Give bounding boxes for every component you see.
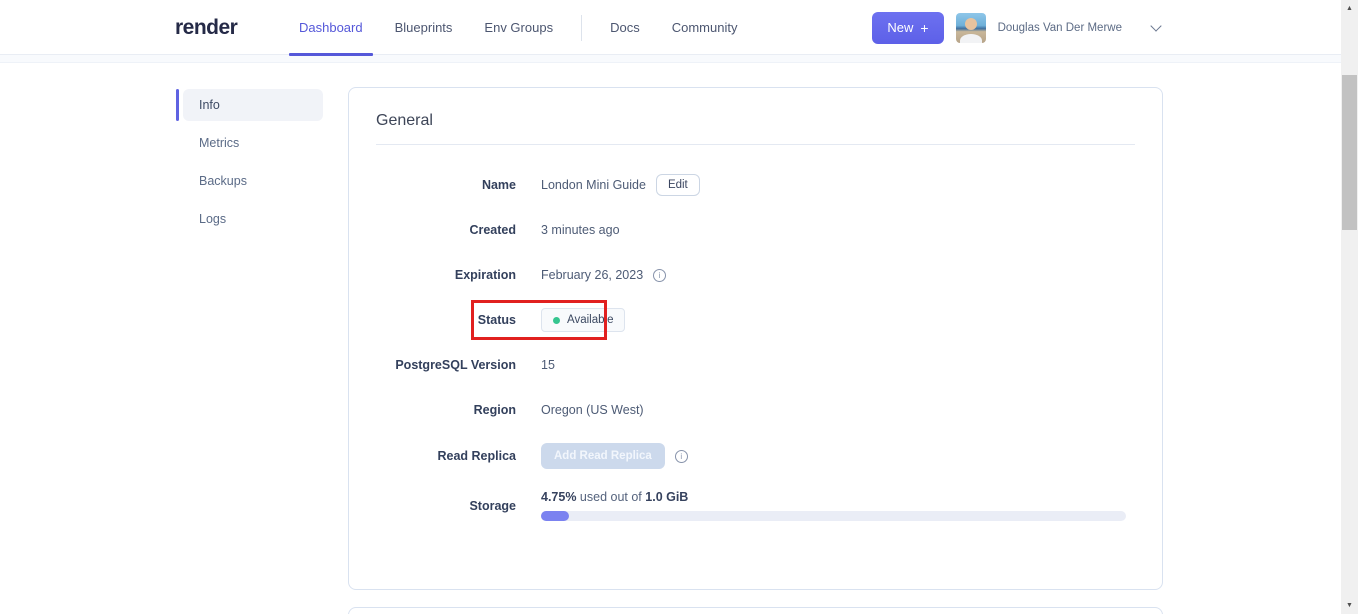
storage-progress-fill <box>541 511 569 521</box>
storage-used-text: used out of <box>576 490 646 504</box>
created-value: 3 minutes ago <box>541 223 620 237</box>
add-read-replica-button[interactable]: Add Read Replica <box>541 443 665 469</box>
storage-total: 1.0 GiB <box>645 490 689 504</box>
card-title: General <box>376 112 433 129</box>
name-value: London Mini Guide <box>541 178 646 192</box>
avatar[interactable] <box>955 12 986 43</box>
expiration-info-icon[interactable]: i <box>653 268 667 282</box>
user-menu-name[interactable]: Douglas Van Der Merwe <box>998 22 1122 34</box>
nav-divider <box>581 14 583 41</box>
storage-usage-text: 4.75% used out of 1.0 GiB <box>541 490 1126 504</box>
created-label: Created <box>469 223 516 237</box>
status-dot-icon <box>553 316 560 324</box>
plus-icon: + <box>920 19 929 36</box>
status-badge-label: Available <box>567 314 614 326</box>
chevron-down-icon[interactable] <box>1150 19 1162 32</box>
scroll-up-icon[interactable]: ▲ <box>1341 0 1358 17</box>
sidebar: Info Metrics Backups Logs <box>176 89 323 241</box>
region-value: Oregon (US West) <box>541 403 644 417</box>
status-label: Status <box>477 313 516 327</box>
postgres-version-label: PostgreSQL Version <box>395 358 516 372</box>
expiration-value: February 26, 2023 <box>541 268 644 282</box>
expiration-label: Expiration <box>454 268 516 282</box>
scroll-down-icon[interactable]: ▼ <box>1341 597 1358 614</box>
card-title-divider <box>376 144 1135 145</box>
storage-used-pct: 4.75% <box>541 490 577 504</box>
region-label: Region <box>473 403 516 417</box>
nav-community[interactable]: Community <box>656 0 754 55</box>
sidebar-item-backups[interactable]: Backups <box>183 165 323 197</box>
name-label: Name <box>481 178 516 192</box>
row-region: Region Oregon (US West) <box>376 398 1135 422</box>
header-right: New + Douglas Van Der Merwe <box>872 0 1162 55</box>
vertical-scrollbar[interactable]: ▲ ▼ <box>1341 0 1358 614</box>
top-navbar: render Dashboard Blueprints Env Groups D… <box>0 0 1358 56</box>
general-card: General Name London Mini Guide Edit Crea… <box>348 87 1163 590</box>
storage-progress-track <box>541 511 1126 521</box>
row-expiration: Expiration February 26, 2023 i <box>376 263 1135 287</box>
sidebar-item-info[interactable]: Info <box>176 89 323 121</box>
storage-label: Storage <box>469 498 516 513</box>
sidebar-item-metrics[interactable]: Metrics <box>183 127 323 159</box>
row-storage: Storage 4.75% used out of 1.0 GiB <box>376 490 1135 521</box>
render-logo[interactable]: render <box>175 0 238 55</box>
main-nav: Dashboard Blueprints Env Groups Docs Com… <box>283 0 754 56</box>
row-postgres-version: PostgreSQL Version 15 <box>376 353 1135 377</box>
row-status: Status Available <box>376 300 1135 340</box>
nav-dashboard[interactable]: Dashboard <box>283 0 379 56</box>
new-button-label: New <box>887 20 914 35</box>
nav-blueprints[interactable]: Blueprints <box>379 0 469 55</box>
edit-name-button[interactable]: Edit <box>655 174 700 196</box>
sidebar-item-logs[interactable]: Logs <box>183 203 323 235</box>
subheader-band <box>0 55 1358 63</box>
nav-env-groups[interactable]: Env Groups <box>468 0 569 55</box>
read-replica-info-icon[interactable]: i <box>674 449 688 463</box>
read-replica-label: Read Replica <box>437 449 516 463</box>
nav-docs[interactable]: Docs <box>594 0 656 55</box>
row-name: Name London Mini Guide Edit <box>376 173 1135 197</box>
postgres-version-value: 15 <box>541 358 555 372</box>
new-button[interactable]: New + <box>872 11 944 44</box>
status-badge: Available <box>541 308 626 332</box>
scrollbar-thumb[interactable] <box>1342 75 1357 230</box>
row-read-replica: Read Replica Add Read Replica i <box>376 443 1135 469</box>
next-card-top-edge <box>348 607 1163 614</box>
row-created: Created 3 minutes ago <box>376 218 1135 242</box>
